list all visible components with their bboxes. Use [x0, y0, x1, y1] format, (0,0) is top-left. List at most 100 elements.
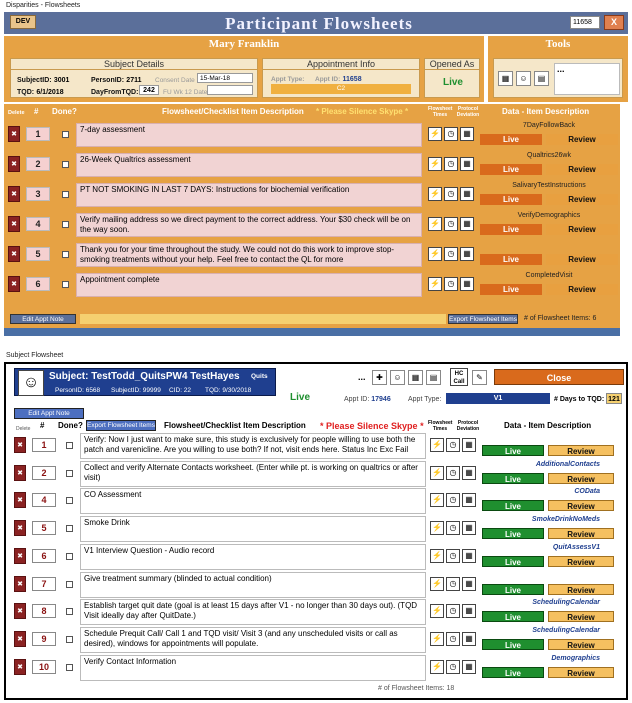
done-checkbox[interactable] [66, 663, 73, 671]
review-button[interactable]: Review [546, 134, 618, 145]
delete-button[interactable]: ✖ [14, 630, 26, 647]
delete-button[interactable]: ✖ [8, 216, 20, 232]
live-button[interactable]: Live [482, 638, 544, 650]
protocol-deviation-icon[interactable]: ▦ [462, 521, 476, 536]
review-button[interactable]: Review [548, 583, 614, 595]
flowsheet-times-icon[interactable]: ⚡ [430, 659, 444, 674]
fuwk-date-field[interactable] [207, 85, 253, 95]
flowsheet-times-icon[interactable]: ⚡ [430, 548, 444, 563]
clock-icon[interactable]: ◷ [446, 576, 460, 591]
clock-icon[interactable]: ◷ [444, 127, 458, 141]
protocol-deviation-icon[interactable]: ▦ [460, 187, 474, 201]
document-icon[interactable]: ▤ [534, 71, 549, 86]
clock-icon[interactable]: ◷ [444, 217, 458, 231]
live-button[interactable]: Live [480, 254, 542, 265]
protocol-deviation-icon[interactable]: ▦ [462, 576, 476, 591]
delete-button[interactable]: ✖ [8, 276, 20, 292]
clock-icon[interactable]: ◷ [444, 157, 458, 171]
consent-date-field[interactable]: 15-Mar-18 [197, 73, 253, 83]
appt-note-field[interactable] [80, 314, 446, 324]
person-icon[interactable]: ☺ [390, 370, 405, 385]
clock-icon[interactable]: ◷ [446, 631, 460, 646]
live-button[interactable]: Live [482, 500, 544, 512]
live-button[interactable]: Live [482, 583, 544, 595]
done-checkbox[interactable] [66, 635, 73, 643]
live-button[interactable]: Live [480, 284, 542, 295]
protocol-deviation-icon[interactable]: ▦ [460, 277, 474, 291]
delete-button[interactable]: ✖ [14, 575, 26, 592]
dayfrom-field[interactable]: 242 [139, 85, 159, 95]
protocol-deviation-icon[interactable]: ▦ [462, 493, 476, 508]
live-button[interactable]: Live [480, 164, 542, 175]
live-button[interactable]: Live [480, 194, 542, 205]
protocol-deviation-icon[interactable]: ▦ [462, 604, 476, 619]
export-flowsheet-button[interactable]: Export Flowsheet Items [448, 314, 518, 324]
done-checkbox[interactable] [62, 131, 69, 138]
flowsheet-times-icon[interactable]: ⚡ [428, 277, 442, 291]
clock-icon[interactable]: ◷ [446, 548, 460, 563]
protocol-deviation-icon[interactable]: ▦ [460, 127, 474, 141]
flowsheet-times-icon[interactable]: ⚡ [428, 187, 442, 201]
flowsheet-times-icon[interactable]: ⚡ [430, 465, 444, 480]
review-button[interactable]: Review [546, 224, 618, 235]
clock-icon[interactable]: ◷ [446, 521, 460, 536]
delete-button[interactable]: ✖ [14, 492, 26, 509]
protocol-deviation-icon[interactable]: ▦ [460, 157, 474, 171]
protocol-deviation-icon[interactable]: ▦ [462, 548, 476, 563]
done-checkbox[interactable] [62, 191, 69, 198]
live-button[interactable]: Live [482, 472, 544, 484]
flowsheet-times-icon[interactable]: ⚡ [428, 247, 442, 261]
review-button[interactable]: Review [548, 528, 614, 540]
close-button[interactable]: Close [494, 369, 624, 385]
review-button[interactable]: Review [546, 284, 618, 295]
document-icon[interactable]: ▤ [426, 370, 441, 385]
delete-button[interactable]: ✖ [8, 186, 20, 202]
protocol-deviation-icon[interactable]: ▦ [462, 438, 476, 452]
protocol-deviation-icon[interactable]: ▦ [462, 659, 476, 674]
live-button[interactable]: Live [480, 224, 542, 235]
protocol-deviation-icon[interactable]: ▦ [462, 631, 476, 646]
flowsheet-times-icon[interactable]: ⚡ [428, 157, 442, 171]
dev-button[interactable]: DEV [10, 15, 36, 29]
protocol-deviation-icon[interactable]: ▦ [460, 217, 474, 231]
flowsheet-times-icon[interactable]: ⚡ [428, 127, 442, 141]
delete-button[interactable]: ✖ [8, 126, 20, 142]
add-icon[interactable]: ✚ [372, 370, 387, 385]
edit-appt-note-button[interactable]: Edit Appt Note [10, 314, 76, 324]
clock-icon[interactable]: ◷ [444, 277, 458, 291]
delete-button[interactable]: ✖ [14, 658, 26, 675]
protocol-deviation-icon[interactable]: ▦ [460, 247, 474, 261]
live-button[interactable]: Live [482, 555, 544, 567]
delete-button[interactable]: ✖ [14, 520, 26, 537]
live-button[interactable]: Live [482, 528, 544, 540]
live-button[interactable]: Live [482, 445, 544, 456]
done-checkbox[interactable] [66, 552, 73, 560]
flowsheet-times-icon[interactable]: ⚡ [428, 217, 442, 231]
notes-icon[interactable]: ✎ [472, 370, 487, 385]
review-button[interactable]: Review [548, 472, 614, 484]
review-button[interactable]: Review [546, 164, 618, 175]
review-button[interactable]: Review [546, 254, 618, 265]
clock-icon[interactable]: ◷ [446, 438, 460, 452]
clock-icon[interactable]: ◷ [444, 247, 458, 261]
done-checkbox[interactable] [62, 161, 69, 168]
tools-more[interactable]: ... [554, 63, 620, 95]
clock-icon[interactable]: ◷ [446, 465, 460, 480]
clock-icon[interactable]: ◷ [444, 187, 458, 201]
person-id-box[interactable]: 11658 [570, 16, 600, 29]
protocol-deviation-icon[interactable]: ▦ [462, 465, 476, 480]
flowsheet-times-icon[interactable]: ⚡ [430, 631, 444, 646]
done-checkbox[interactable] [66, 497, 73, 505]
done-checkbox[interactable] [66, 580, 73, 588]
person-icon[interactable]: ☺ [516, 71, 531, 86]
review-button[interactable]: Review [546, 194, 618, 205]
report-icon[interactable]: ▦ [498, 71, 513, 86]
delete-button[interactable]: ✖ [8, 156, 20, 172]
delete-button[interactable]: ✖ [14, 437, 26, 453]
delete-button[interactable]: ✖ [14, 603, 26, 620]
flowsheet-times-icon[interactable]: ⚡ [430, 493, 444, 508]
more-menu[interactable]: ... [358, 372, 366, 382]
clock-icon[interactable]: ◷ [446, 604, 460, 619]
done-checkbox[interactable] [62, 281, 69, 288]
close-button[interactable]: X [604, 15, 624, 30]
